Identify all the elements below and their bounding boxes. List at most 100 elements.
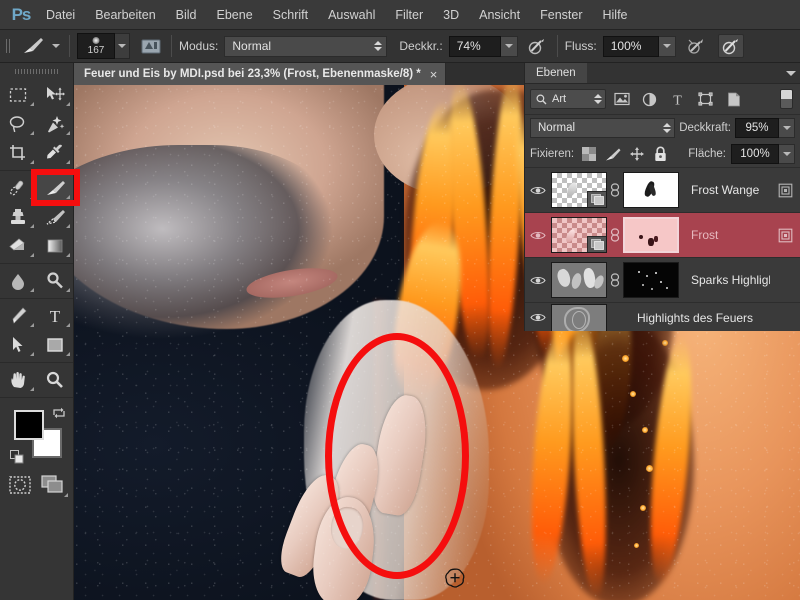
brush-panel-icon[interactable] [138, 34, 164, 58]
gradient-tool[interactable] [37, 231, 74, 260]
layer-smart-filter-icon[interactable] [770, 183, 800, 198]
magic-wand-tool[interactable] [37, 109, 74, 138]
brush-tool[interactable] [36, 173, 73, 202]
artwork-hand [269, 392, 434, 600]
blur-tool[interactable] [0, 266, 37, 295]
menu-filter[interactable]: Filter [385, 0, 433, 30]
menu-bearbeiten[interactable]: Bearbeiten [85, 0, 165, 30]
menu-hilfe[interactable]: Hilfe [593, 0, 638, 30]
layer-visibility-toggle[interactable] [525, 258, 551, 303]
layer-name[interactable]: Sparks Highlights [679, 273, 770, 287]
layer-blend-mode-select[interactable]: Normal [530, 118, 676, 138]
layer-name[interactable]: Frost Wange [679, 183, 770, 197]
menu-fenster[interactable]: Fenster [530, 0, 592, 30]
swap-colors-icon[interactable] [52, 406, 66, 420]
mode-buttons [0, 466, 73, 502]
eyedropper-tool[interactable] [37, 138, 74, 167]
layer-mask-thumbnail[interactable] [623, 172, 679, 208]
spot-healing-brush-tool[interactable] [0, 173, 37, 202]
tablet-pressure-opacity-icon[interactable] [524, 34, 550, 58]
layer-smart-filter-icon[interactable] [770, 228, 800, 243]
layer-list: Frost Wange Frost Sparks Highlig Highlig… [525, 168, 800, 331]
menu-ansicht[interactable]: Ansicht [469, 0, 530, 30]
layer-visibility-toggle[interactable] [525, 303, 551, 332]
zoom-tool[interactable] [37, 365, 74, 394]
filter-type-icon[interactable]: T [665, 88, 690, 110]
foreground-color-swatch[interactable] [14, 410, 44, 440]
filter-enable-toggle[interactable] [780, 89, 793, 109]
panel-menu-icon[interactable] [782, 63, 800, 83]
lock-image-pixels-icon[interactable] [603, 145, 622, 164]
menu-3d[interactable]: 3D [433, 0, 469, 30]
lock-position-icon[interactable] [627, 145, 646, 164]
tab-ebenen[interactable]: Ebenen [525, 63, 587, 83]
pen-tool[interactable] [0, 301, 37, 330]
clone-stamp-tool[interactable] [0, 202, 37, 231]
menu-ebene[interactable]: Ebene [207, 0, 263, 30]
opacity-dropdown[interactable] [500, 35, 518, 57]
lock-all-icon[interactable] [651, 145, 670, 164]
menu-bild[interactable]: Bild [166, 0, 207, 30]
layer-thumbnail[interactable] [551, 303, 607, 331]
menu-auswahl[interactable]: Auswahl [318, 0, 385, 30]
brush-preset-dropdown[interactable] [115, 33, 130, 59]
blend-mode-select[interactable]: Normal [224, 35, 388, 57]
rectangle-tool[interactable] [37, 330, 74, 359]
default-colors-icon[interactable] [10, 450, 24, 464]
screen-mode-icon[interactable] [38, 472, 68, 498]
table-row[interactable]: Sparks Highlights [525, 258, 800, 303]
layer-mask-link-icon[interactable] [607, 273, 623, 287]
layer-filter-kind-select[interactable]: Art [530, 89, 606, 109]
brush-preset-chevron-icon[interactable] [52, 44, 60, 48]
flow-dropdown[interactable] [658, 35, 676, 57]
brush-size-preview[interactable]: 167 [77, 33, 115, 59]
layer-fill-dropdown[interactable] [779, 144, 795, 164]
filter-pixel-icon[interactable] [609, 88, 634, 110]
layer-thumbnail[interactable] [551, 262, 607, 298]
tablet-pressure-size-icon[interactable] [717, 34, 744, 58]
layer-mask-link-icon[interactable] [607, 183, 623, 197]
tools-panel-grip[interactable] [14, 66, 59, 76]
lock-transparent-pixels-icon[interactable] [579, 145, 598, 164]
layer-visibility-toggle[interactable] [525, 213, 551, 258]
brush-tool-icon[interactable] [19, 34, 47, 58]
opacity-input[interactable]: 74% [448, 35, 501, 57]
fill-label: Fläche: [688, 148, 726, 160]
layer-visibility-toggle[interactable] [525, 168, 551, 213]
table-row[interactable]: Highlights des Feuers [525, 303, 800, 331]
options-bar-grip[interactable] [4, 35, 14, 57]
document-tab[interactable]: Feuer und Eis by MDI.psd bei 23,3% (Fros… [74, 63, 447, 85]
filter-shape-icon[interactable] [693, 88, 718, 110]
flow-input[interactable]: 100% [602, 35, 659, 57]
crop-tool[interactable] [0, 138, 37, 167]
tool-group-focus [0, 264, 73, 299]
move-tool[interactable] [37, 80, 74, 109]
layer-name[interactable]: Highlights des Feuers [607, 311, 800, 325]
layer-name[interactable]: Frost [679, 228, 770, 242]
layer-mask-link-icon[interactable] [607, 228, 623, 242]
history-brush-tool[interactable] [37, 202, 74, 231]
layer-mask-thumbnail[interactable] [623, 262, 679, 298]
dodge-tool[interactable] [37, 266, 74, 295]
menu-schrift[interactable]: Schrift [263, 0, 318, 30]
layer-opacity-dropdown[interactable] [779, 118, 795, 138]
type-tool[interactable]: T [37, 301, 74, 330]
airbrush-icon[interactable] [684, 34, 710, 58]
table-row[interactable]: Frost [525, 213, 800, 258]
quick-mask-icon[interactable] [5, 472, 35, 498]
path-selection-tool[interactable] [0, 330, 37, 359]
rectangular-marquee-tool[interactable] [0, 80, 37, 109]
layer-fill-input[interactable]: 100% [731, 144, 779, 164]
layer-mask-thumbnail[interactable] [623, 217, 679, 253]
filter-adjustment-icon[interactable] [637, 88, 662, 110]
table-row[interactable]: Frost Wange [525, 168, 800, 213]
filter-smartobject-icon[interactable] [721, 88, 746, 110]
menu-datei[interactable]: Datei [36, 0, 85, 30]
close-icon[interactable]: × [430, 68, 438, 81]
layer-thumbnail[interactable] [551, 217, 607, 253]
layer-opacity-input[interactable]: 95% [735, 118, 779, 138]
lasso-tool[interactable] [0, 109, 37, 138]
eraser-tool[interactable] [0, 231, 37, 260]
hand-tool[interactable] [0, 365, 37, 394]
layer-thumbnail[interactable] [551, 172, 607, 208]
